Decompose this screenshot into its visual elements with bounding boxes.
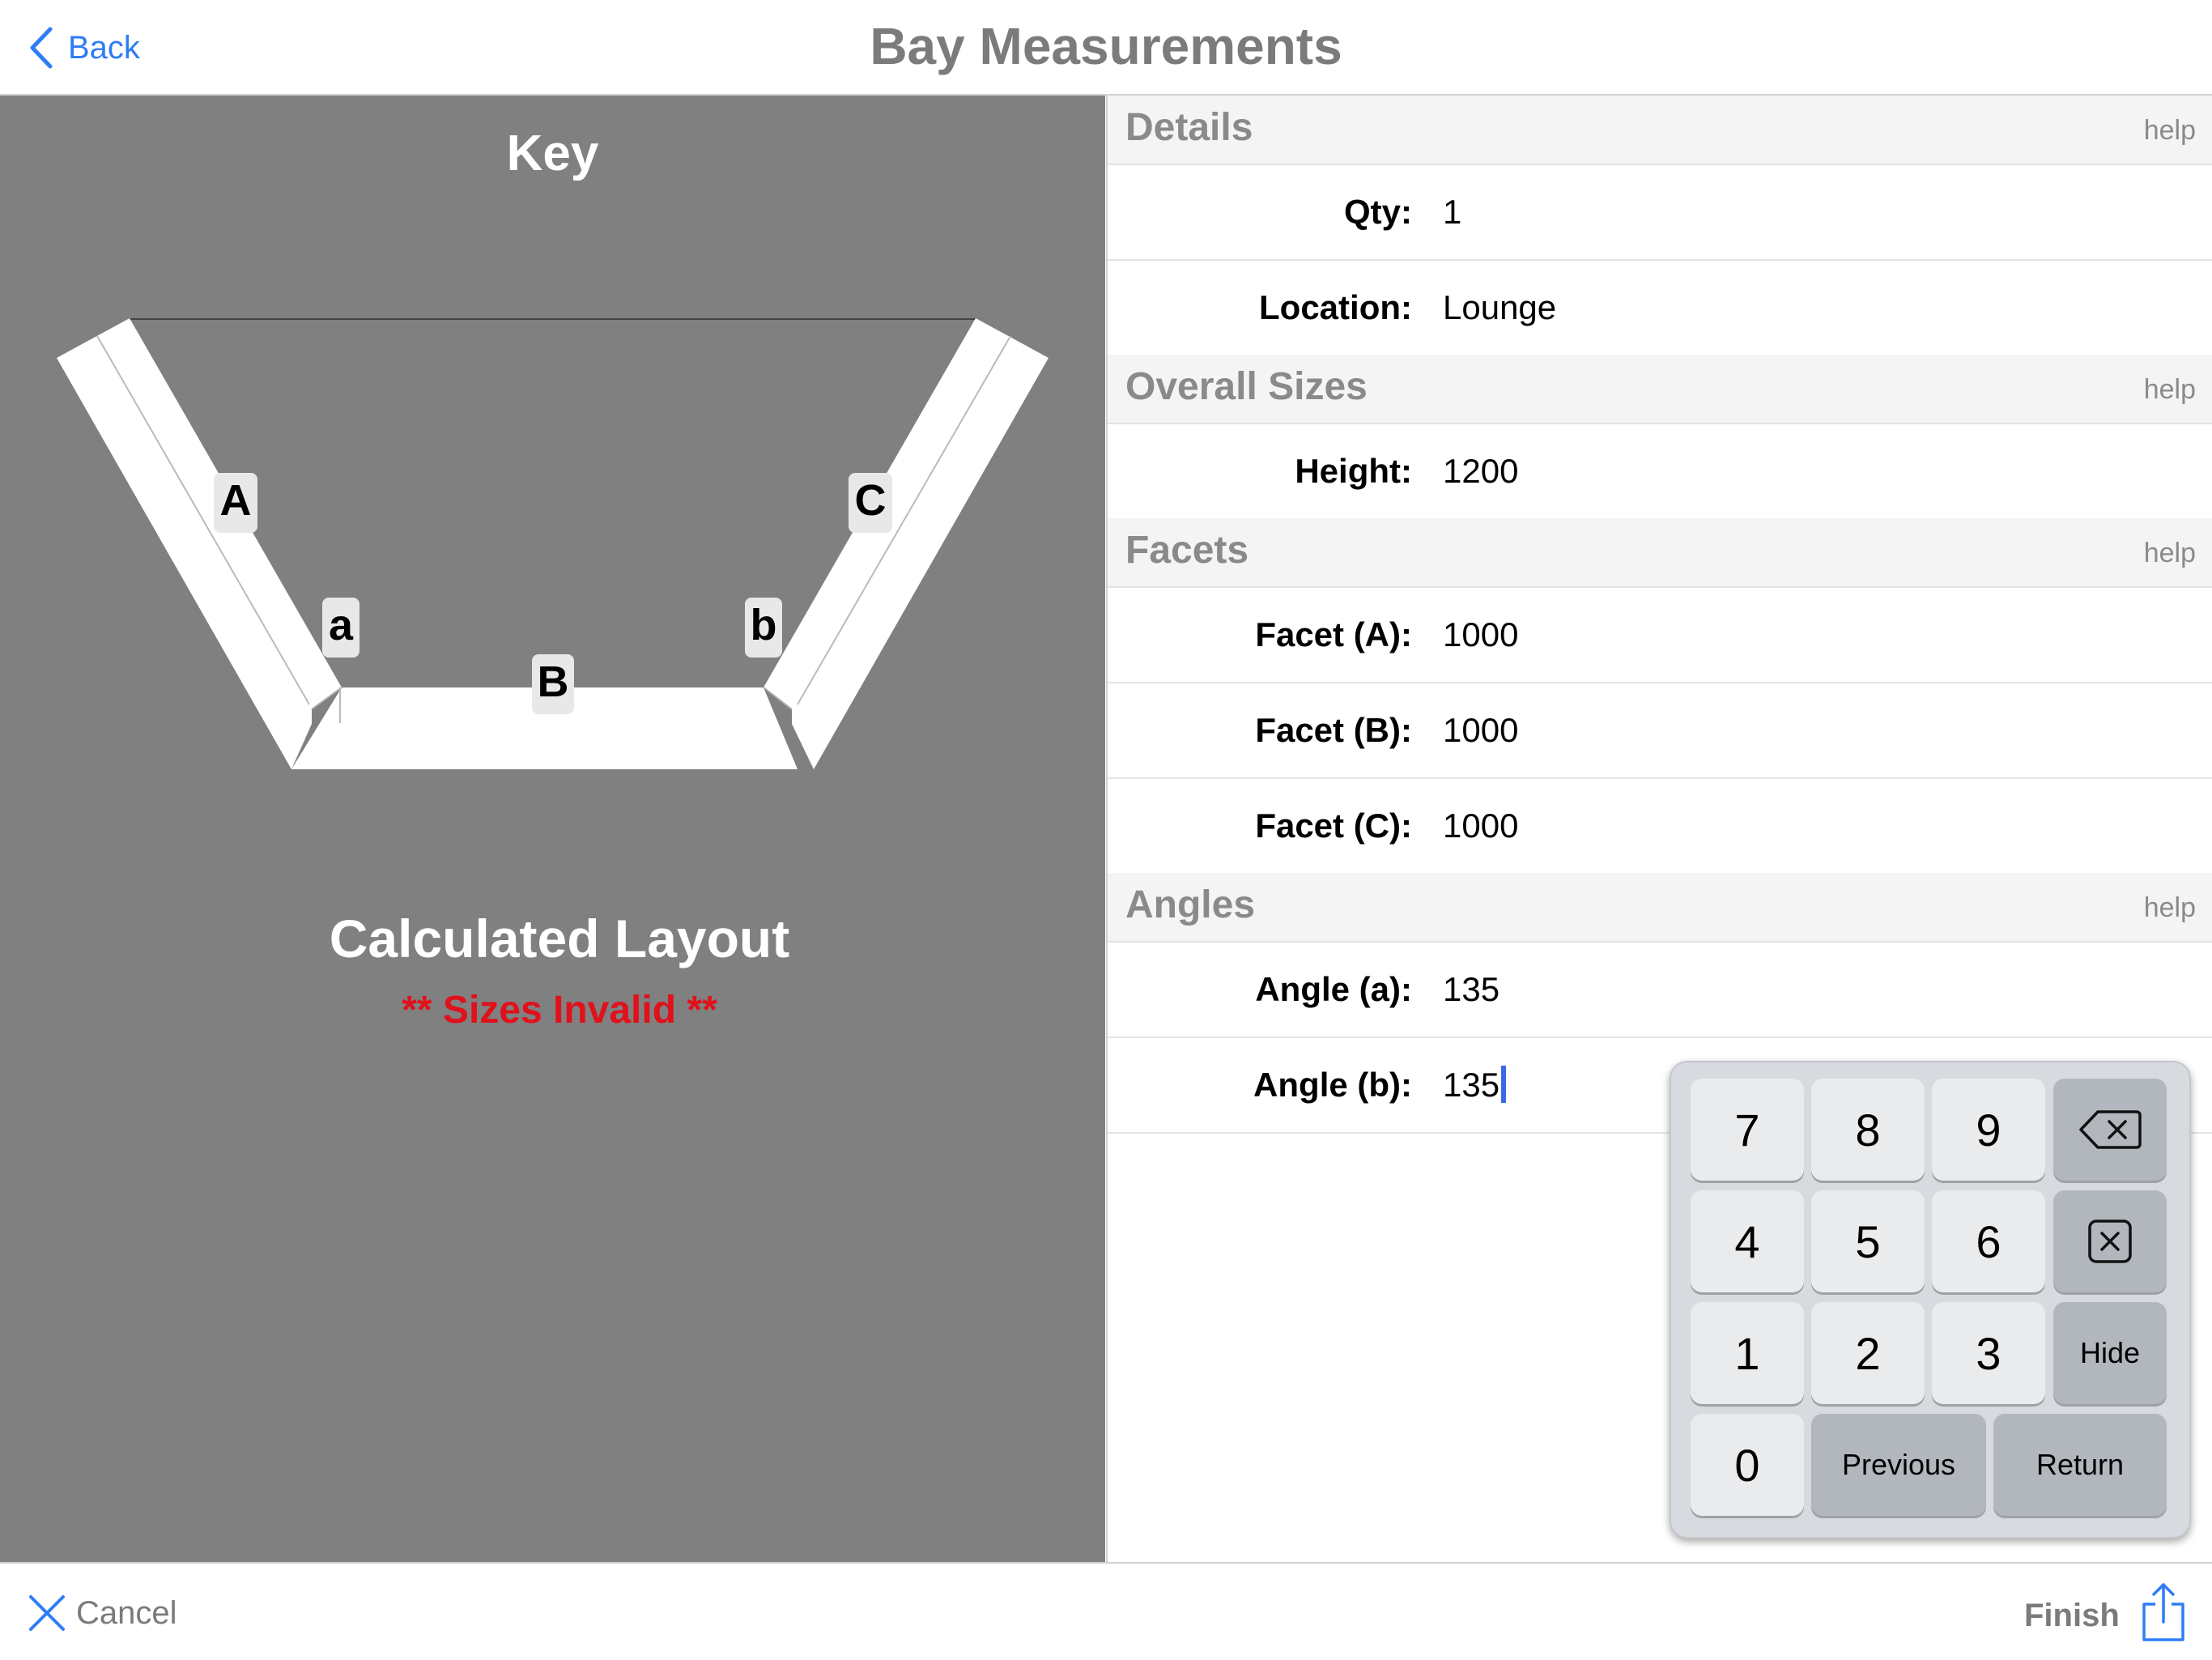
key-2[interactable]: 2 [1811, 1302, 1925, 1404]
facet-c-shape [764, 318, 1049, 769]
diagram-label-a-text: a [329, 601, 354, 649]
diagram-label-B-text: B [538, 658, 569, 706]
number-pad: 7 8 9 4 5 6 1 2 3 Hide 0 Previous Return [1670, 1061, 2191, 1539]
clear-x-icon [2088, 1219, 2132, 1263]
diagram-label-C-text: C [855, 476, 887, 525]
qty-row[interactable]: Qty: 1 [1108, 165, 2212, 261]
backspace-icon [2079, 1110, 2142, 1149]
key-1[interactable]: 1 [1691, 1302, 1804, 1404]
key-4[interactable]: 4 [1691, 1190, 1804, 1292]
facet-b-field[interactable]: 1000 [1443, 711, 1929, 750]
diagram-label-a-lower: a [322, 598, 359, 658]
diagram-label-b-upper: B [532, 654, 574, 714]
angle-b-label: Angle (b): [1253, 1066, 1412, 1104]
key-panel: Key A C a b B Calculated Layout ** Sizes… [0, 96, 1105, 1562]
key-3[interactable]: 3 [1932, 1302, 2045, 1404]
sizes-invalid-status: ** Sizes Invalid ** [402, 989, 717, 1032]
bay-window-diagram: A C a b B [57, 318, 1049, 769]
page-title: Bay Measurements [870, 17, 1342, 75]
facet-c-row[interactable]: Facet (C): 1000 [1108, 779, 2212, 875]
diagram-label-A-text: A [220, 476, 252, 525]
facet-b-label: Facet (B): [1255, 711, 1412, 749]
hide-keyboard-key[interactable]: Hide [2053, 1302, 2167, 1404]
navigation-bar: Back Bay Measurements [0, 0, 2212, 96]
section-overall-sizes: Overall Sizes help [1108, 355, 2212, 424]
share-icon [2142, 1583, 2184, 1641]
share-button[interactable] [2141, 1581, 2186, 1647]
location-label: Location: [1259, 288, 1412, 326]
facet-a-row[interactable]: Facet (A): 1000 [1108, 588, 2212, 683]
key-9[interactable]: 9 [1932, 1079, 2045, 1181]
section-title: Details [1125, 106, 1253, 149]
key-6[interactable]: 6 [1932, 1190, 2045, 1292]
key-7[interactable]: 7 [1691, 1079, 1804, 1181]
finish-button[interactable]: Finish [2024, 1598, 2120, 1634]
clear-key[interactable] [2053, 1190, 2167, 1292]
section-angles: Angles help [1108, 873, 2212, 943]
key-0[interactable]: 0 [1691, 1414, 1804, 1516]
calculated-layout-title: Calculated Layout [329, 909, 790, 968]
cancel-label: Cancel [76, 1594, 177, 1631]
qty-field[interactable]: 1 [1443, 193, 1929, 232]
help-link[interactable]: help [2144, 115, 2196, 147]
key-5[interactable]: 5 [1811, 1190, 1925, 1292]
angle-b-value: 135 [1443, 1066, 1500, 1104]
location-row[interactable]: Location: Lounge [1108, 261, 2212, 356]
key-8[interactable]: 8 [1811, 1079, 1925, 1181]
section-facets: Facets help [1108, 518, 2212, 588]
section-title: Facets [1125, 529, 1249, 572]
return-key[interactable]: Return [1993, 1414, 2167, 1516]
angle-a-row[interactable]: Angle (a): 135 [1108, 943, 2212, 1038]
height-row[interactable]: Height: 1200 [1108, 424, 2212, 520]
diagram-label-a-upper: A [214, 473, 257, 533]
height-label: Height: [1295, 452, 1412, 490]
help-link[interactable]: help [2144, 374, 2196, 406]
section-title: Angles [1125, 883, 1256, 926]
close-icon [29, 1595, 65, 1631]
height-field[interactable]: 1200 [1443, 452, 1929, 491]
location-field[interactable]: Lounge [1443, 288, 1929, 327]
cancel-button[interactable]: Cancel [28, 1586, 177, 1640]
diagram-label-c-upper: C [849, 473, 892, 533]
bottom-toolbar: Cancel Finish [0, 1562, 2212, 1660]
facet-a-field[interactable]: 1000 [1443, 615, 1929, 654]
backspace-key[interactable] [2053, 1079, 2167, 1181]
qty-label: Qty: [1344, 193, 1412, 231]
facet-c-field[interactable]: 1000 [1443, 807, 1929, 845]
help-link[interactable]: help [2144, 538, 2196, 569]
facet-c-label: Facet (C): [1255, 807, 1412, 845]
text-cursor [1501, 1066, 1507, 1103]
angle-a-label: Angle (a): [1255, 970, 1412, 1008]
angle-a-field[interactable]: 135 [1443, 970, 1929, 1009]
diagram-label-b-lower: b [745, 598, 782, 658]
facet-b-row[interactable]: Facet (B): 1000 [1108, 683, 2212, 779]
facet-a-shape [57, 318, 342, 769]
previous-key[interactable]: Previous [1811, 1414, 1986, 1516]
help-link[interactable]: help [2144, 892, 2196, 924]
diagram-label-b-text: b [751, 601, 777, 649]
section-details: Details help [1108, 96, 2212, 165]
section-title: Overall Sizes [1125, 365, 1368, 408]
facet-a-label: Facet (A): [1255, 615, 1412, 653]
